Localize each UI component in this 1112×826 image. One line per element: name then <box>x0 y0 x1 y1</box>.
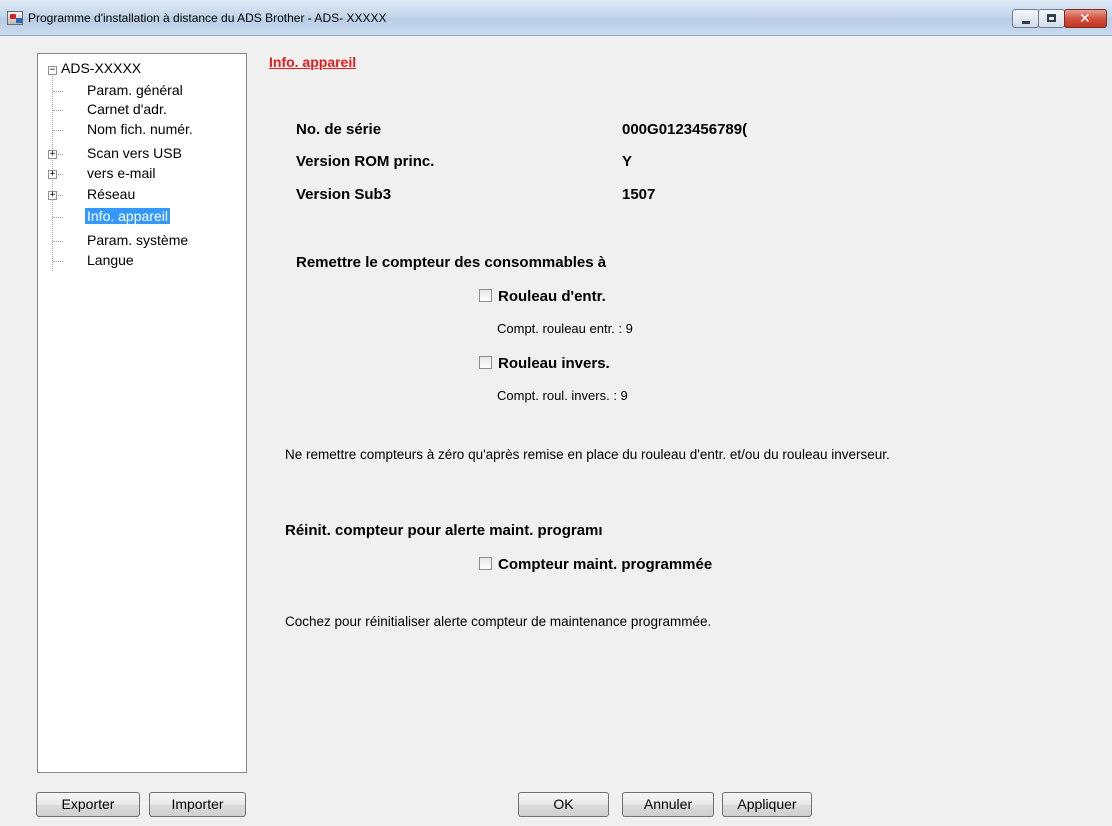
serial-value: 000G0123456789( <box>622 121 748 138</box>
tree-item-nom-fich[interactable]: Nom fich. numér. <box>85 121 195 137</box>
maximize-icon <box>1047 14 1056 22</box>
import-button[interactable]: Importer <box>149 792 246 817</box>
tree-connector <box>53 261 63 262</box>
tree-item-langue[interactable]: Langue <box>85 252 136 268</box>
tree-item-param-systeme[interactable]: Param. système <box>85 232 190 248</box>
maintenance-note: Cochez pour réinitialiser alerte compteu… <box>285 614 712 629</box>
reverse-roller-count: Compt. roul. invers. : 9 <box>497 388 628 403</box>
expand-icon[interactable]: + <box>48 150 57 159</box>
window-title: Programme d'installation à distance du A… <box>28 11 387 25</box>
reset-consumables-title: Remettre le compteur des consommables à <box>296 254 607 271</box>
reset-note: Ne remettre compteurs à zéro qu'après re… <box>285 447 890 462</box>
reverse-roller-label: Rouleau invers. <box>498 355 610 372</box>
tree-connector <box>58 154 63 155</box>
tree-connector <box>53 130 63 131</box>
pickup-roller-checkbox[interactable] <box>479 289 492 302</box>
tree-item-reseau[interactable]: Réseau <box>85 186 137 202</box>
tree-connector <box>58 195 63 196</box>
tree-connector <box>53 241 63 242</box>
expand-icon[interactable]: + <box>48 191 57 200</box>
rom-version-label: Version ROM princ. <box>296 153 435 170</box>
tree-connector <box>58 174 63 175</box>
tree-item-carnet-adr[interactable]: Carnet d'adr. <box>85 101 169 117</box>
tree-connector <box>53 91 63 92</box>
maintenance-counter-checkbox-row[interactable]: Compteur maint. programmée <box>479 556 712 573</box>
cancel-button[interactable]: Annuler <box>622 792 714 817</box>
sub3-version-label: Version Sub3 <box>296 186 392 203</box>
apply-button[interactable]: Appliquer <box>722 792 812 817</box>
collapse-icon[interactable]: − <box>48 66 57 75</box>
rom-version-value: Y <box>622 153 633 170</box>
export-button[interactable]: Exporter <box>36 792 140 817</box>
sub3-version-value: 1507 <box>622 186 656 203</box>
maintenance-reset-title: Réinit. compteur pour alerte maint. prog… <box>285 522 603 539</box>
maintenance-counter-label: Compteur maint. programmée <box>498 556 713 573</box>
reverse-roller-checkbox[interactable] <box>479 356 492 369</box>
page-title: Info. appareil <box>269 54 357 70</box>
pickup-roller-checkbox-row[interactable]: Rouleau d'entr. <box>479 288 606 305</box>
serial-label: No. de série <box>296 121 382 138</box>
pickup-roller-label: Rouleau d'entr. <box>498 288 606 305</box>
minimize-icon <box>1022 21 1030 24</box>
close-button[interactable]: ✕ <box>1064 9 1107 28</box>
window-title-bar[interactable]: Programme d'installation à distance du A… <box>0 0 1112 36</box>
expand-icon[interactable]: + <box>48 170 57 179</box>
tree-connector <box>53 110 63 111</box>
app-icon <box>7 11 23 25</box>
minimize-button[interactable] <box>1012 9 1039 28</box>
maintenance-counter-checkbox[interactable] <box>479 557 492 570</box>
tree-item-param-general[interactable]: Param. général <box>85 82 185 98</box>
tree-item-vers-email[interactable]: vers e-mail <box>85 165 157 181</box>
tree-item-info-appareil[interactable]: Info. appareil <box>85 208 170 224</box>
maximize-button[interactable] <box>1038 9 1065 28</box>
settings-tree[interactable]: − ADS-XXXXX Param. général Carnet d'adr.… <box>37 53 247 773</box>
tree-root-ads[interactable]: ADS-XXXXX <box>59 60 143 76</box>
pickup-roller-count: Compt. rouleau entr. : 9 <box>497 321 633 336</box>
tree-item-scan-usb[interactable]: Scan vers USB <box>85 145 184 161</box>
tree-connector <box>53 217 63 218</box>
close-icon: ✕ <box>1079 11 1091 27</box>
ok-button[interactable]: OK <box>518 792 609 817</box>
reverse-roller-checkbox-row[interactable]: Rouleau invers. <box>479 355 610 372</box>
